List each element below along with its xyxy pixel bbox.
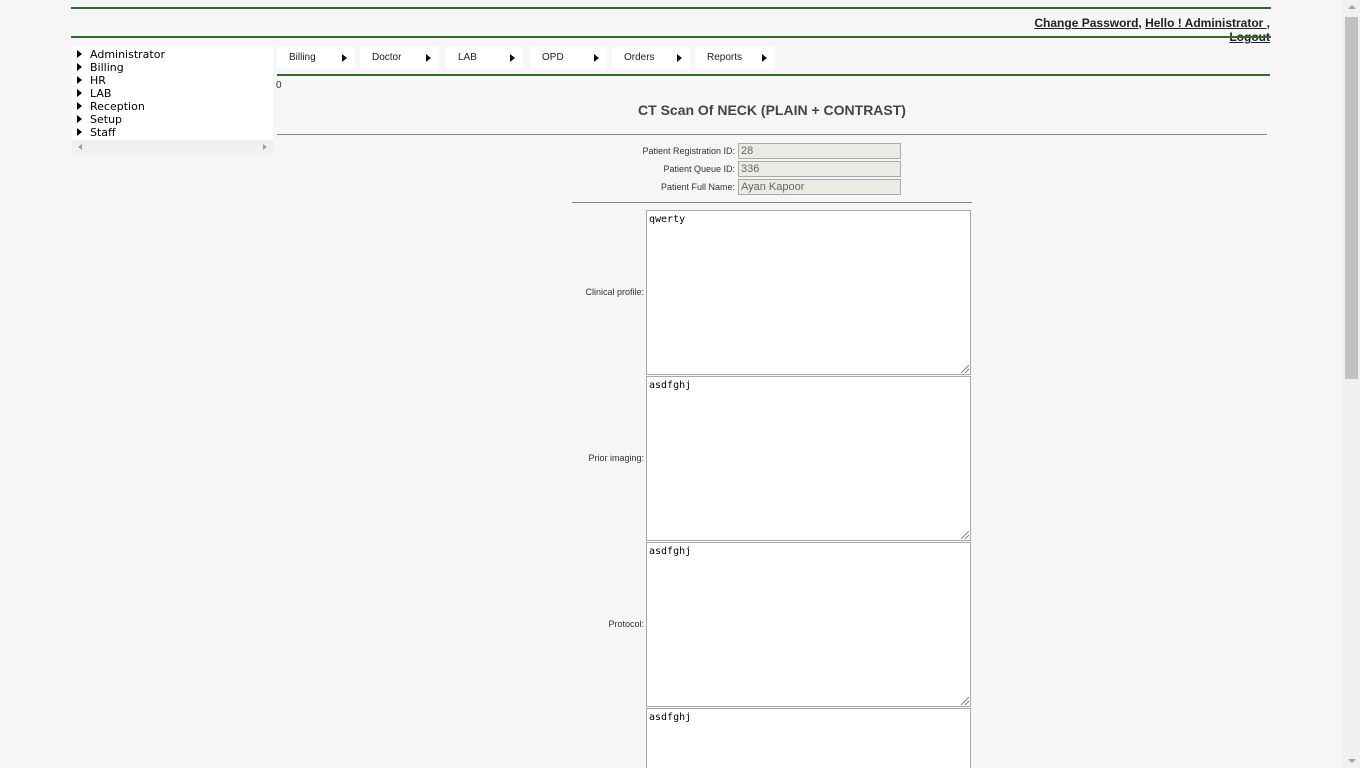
protocol-text: asdfghj [649, 546, 692, 557]
clinical-profile-label: Clinical profile: [585, 287, 644, 297]
queue-id-label: Patient Queue ID: [663, 164, 735, 174]
sidebar-item-label: Staff [90, 126, 116, 139]
menu-arrow-icon [510, 54, 515, 62]
menu-item-label: OPD [542, 52, 564, 63]
protocol-textarea[interactable]: asdfghj [646, 542, 971, 707]
scrollbar-thumb[interactable] [1345, 17, 1358, 379]
resize-grip-icon[interactable] [961, 531, 969, 539]
expand-arrow-icon [77, 89, 82, 97]
counter-text: 0 [276, 80, 282, 91]
page-vertical-scrollbar[interactable] [1343, 0, 1360, 768]
header-bottom-rule [71, 36, 1271, 38]
sidebar-item-setup[interactable]: Setup [72, 113, 273, 126]
sidebar-horizontal-scrollbar[interactable] [72, 140, 273, 155]
patient-divider [572, 202, 972, 203]
resize-grip-icon[interactable] [961, 697, 969, 705]
menu-item-label: Billing [289, 52, 316, 63]
sidebar-item-lab[interactable]: LAB [72, 87, 273, 100]
scroll-up-icon[interactable] [1348, 5, 1356, 9]
change-password-link[interactable]: Change Password [1034, 16, 1138, 30]
expand-arrow-icon [77, 76, 82, 84]
sidebar-item-label: Setup [90, 113, 123, 126]
sidebar-tree: Administrator Billing HR LAB Reception S… [72, 46, 273, 140]
menu-item-orders[interactable]: Orders [612, 47, 690, 69]
registration-id-label: Patient Registration ID: [642, 146, 735, 156]
header-links: Change Password, Hello ! Administrator ,… [1000, 16, 1270, 44]
sidebar-item-label: Reception [90, 100, 145, 113]
menu-item-reports[interactable]: Reports [695, 47, 775, 69]
scroll-down-icon[interactable] [1348, 759, 1356, 763]
sidebar-item-staff[interactable]: Staff [72, 126, 273, 139]
expand-arrow-icon [77, 115, 82, 123]
full-name-field[interactable]: Ayan Kapoor [738, 179, 901, 195]
expand-arrow-icon [77, 63, 82, 71]
page-title: CT Scan Of NECK (PLAIN + CONTRAST) [638, 102, 906, 118]
queue-id-field[interactable]: 336 [738, 161, 901, 177]
menu-arrow-icon [677, 54, 682, 62]
menu-item-label: Reports [707, 52, 743, 63]
menu-item-doctor[interactable]: Doctor [360, 47, 439, 69]
expand-arrow-icon [77, 102, 82, 110]
menu-item-label: LAB [458, 52, 477, 63]
expand-arrow-icon [77, 50, 82, 58]
menu-item-lab[interactable]: LAB [446, 47, 523, 69]
full-name-label: Patient Full Name: [660, 182, 735, 192]
protocol-label: Protocol: [608, 619, 644, 629]
fourth-textarea[interactable]: asdfghj [646, 708, 971, 768]
prior-imaging-text: asdfghj [649, 380, 692, 391]
greeting-link[interactable]: Hello ! Administrator , [1145, 16, 1270, 30]
menu-arrow-icon [594, 54, 599, 62]
registration-id-field[interactable]: 28 [738, 143, 901, 159]
page: Change Password, Hello ! Administrator ,… [0, 0, 1343, 768]
sidebar-item-reception[interactable]: Reception [72, 100, 273, 113]
sidebar-item-label: HR [90, 74, 106, 87]
menu-arrow-icon [762, 54, 767, 62]
clinical-profile-textarea[interactable]: qwerty [646, 210, 971, 375]
resize-grip-icon[interactable] [961, 365, 969, 373]
sidebar-item-label: Billing [90, 61, 124, 74]
menu-item-label: Orders [624, 52, 655, 63]
menu-item-billing[interactable]: Billing [277, 47, 355, 69]
menu-bottom-rule [277, 74, 1270, 76]
clinical-profile-text: qwerty [649, 214, 686, 225]
scroll-left-icon[interactable] [78, 144, 82, 150]
scroll-right-icon[interactable] [263, 144, 267, 150]
sidebar-item-label: Administrator [90, 48, 165, 61]
sidebar-item-billing[interactable]: Billing [72, 61, 273, 74]
prior-imaging-label: Prior imaging: [588, 453, 644, 463]
fourth-text: asdfghj [649, 712, 692, 723]
sidebar-item-administrator[interactable]: Administrator [72, 48, 273, 61]
title-divider [277, 134, 1267, 135]
expand-arrow-icon [77, 128, 82, 136]
header-top-rule [71, 7, 1271, 9]
prior-imaging-textarea[interactable]: asdfghj [646, 376, 971, 541]
menu-arrow-icon [342, 54, 347, 62]
menu-item-opd[interactable]: OPD [530, 47, 607, 69]
sidebar-item-label: LAB [90, 87, 112, 100]
menu-arrow-icon [426, 54, 431, 62]
sidebar-item-hr[interactable]: HR [72, 74, 273, 87]
menu-item-label: Doctor [372, 52, 402, 63]
